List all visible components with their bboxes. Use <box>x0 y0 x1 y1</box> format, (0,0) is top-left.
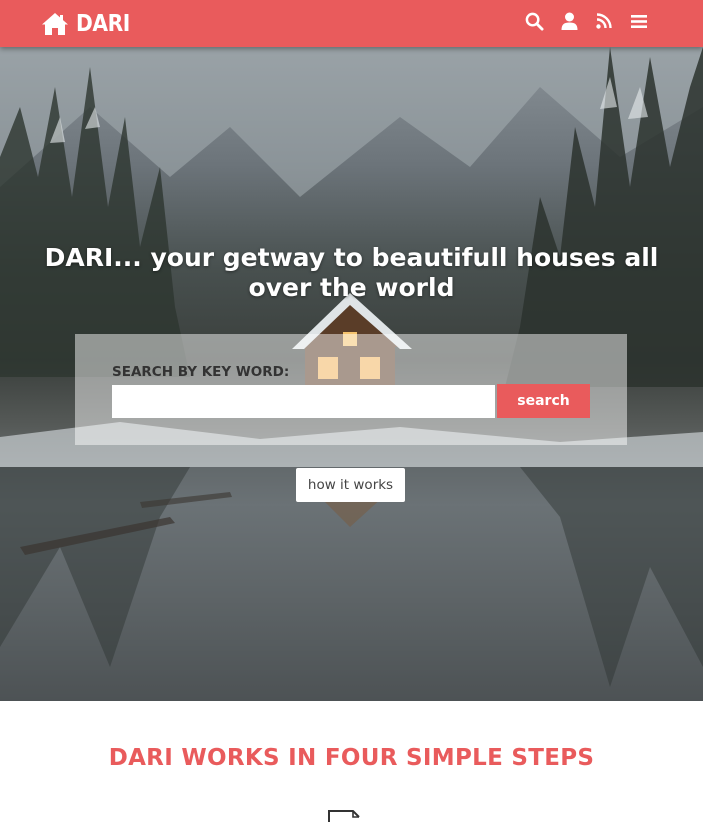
hero-section: DARI... your getway to beautifull houses… <box>0 47 703 701</box>
menu-icon[interactable] <box>627 9 651 33</box>
search-icon[interactable] <box>522 9 546 33</box>
home-icon <box>40 11 70 37</box>
hero-title: DARI... your getway to beautifull houses… <box>44 243 659 302</box>
nav-icon-group <box>511 9 651 33</box>
brand-name: DARI <box>76 11 130 37</box>
search-input[interactable] <box>112 385 495 418</box>
brand-logo[interactable]: DARI <box>40 8 137 40</box>
rss-icon[interactable] <box>592 9 616 33</box>
steps-heading: DARI WORKS IN FOUR SIMPLE STEPS <box>108 745 595 771</box>
edit-note-icon <box>327 808 363 827</box>
search-panel: SEARCH BY KEY WORD: search <box>75 334 627 445</box>
top-navbar: DARI <box>0 0 703 47</box>
search-button[interactable]: search <box>497 384 590 418</box>
user-icon[interactable] <box>557 9 581 33</box>
search-label: SEARCH BY KEY WORD: <box>112 364 290 380</box>
how-it-works-button[interactable]: how it works <box>296 468 405 502</box>
